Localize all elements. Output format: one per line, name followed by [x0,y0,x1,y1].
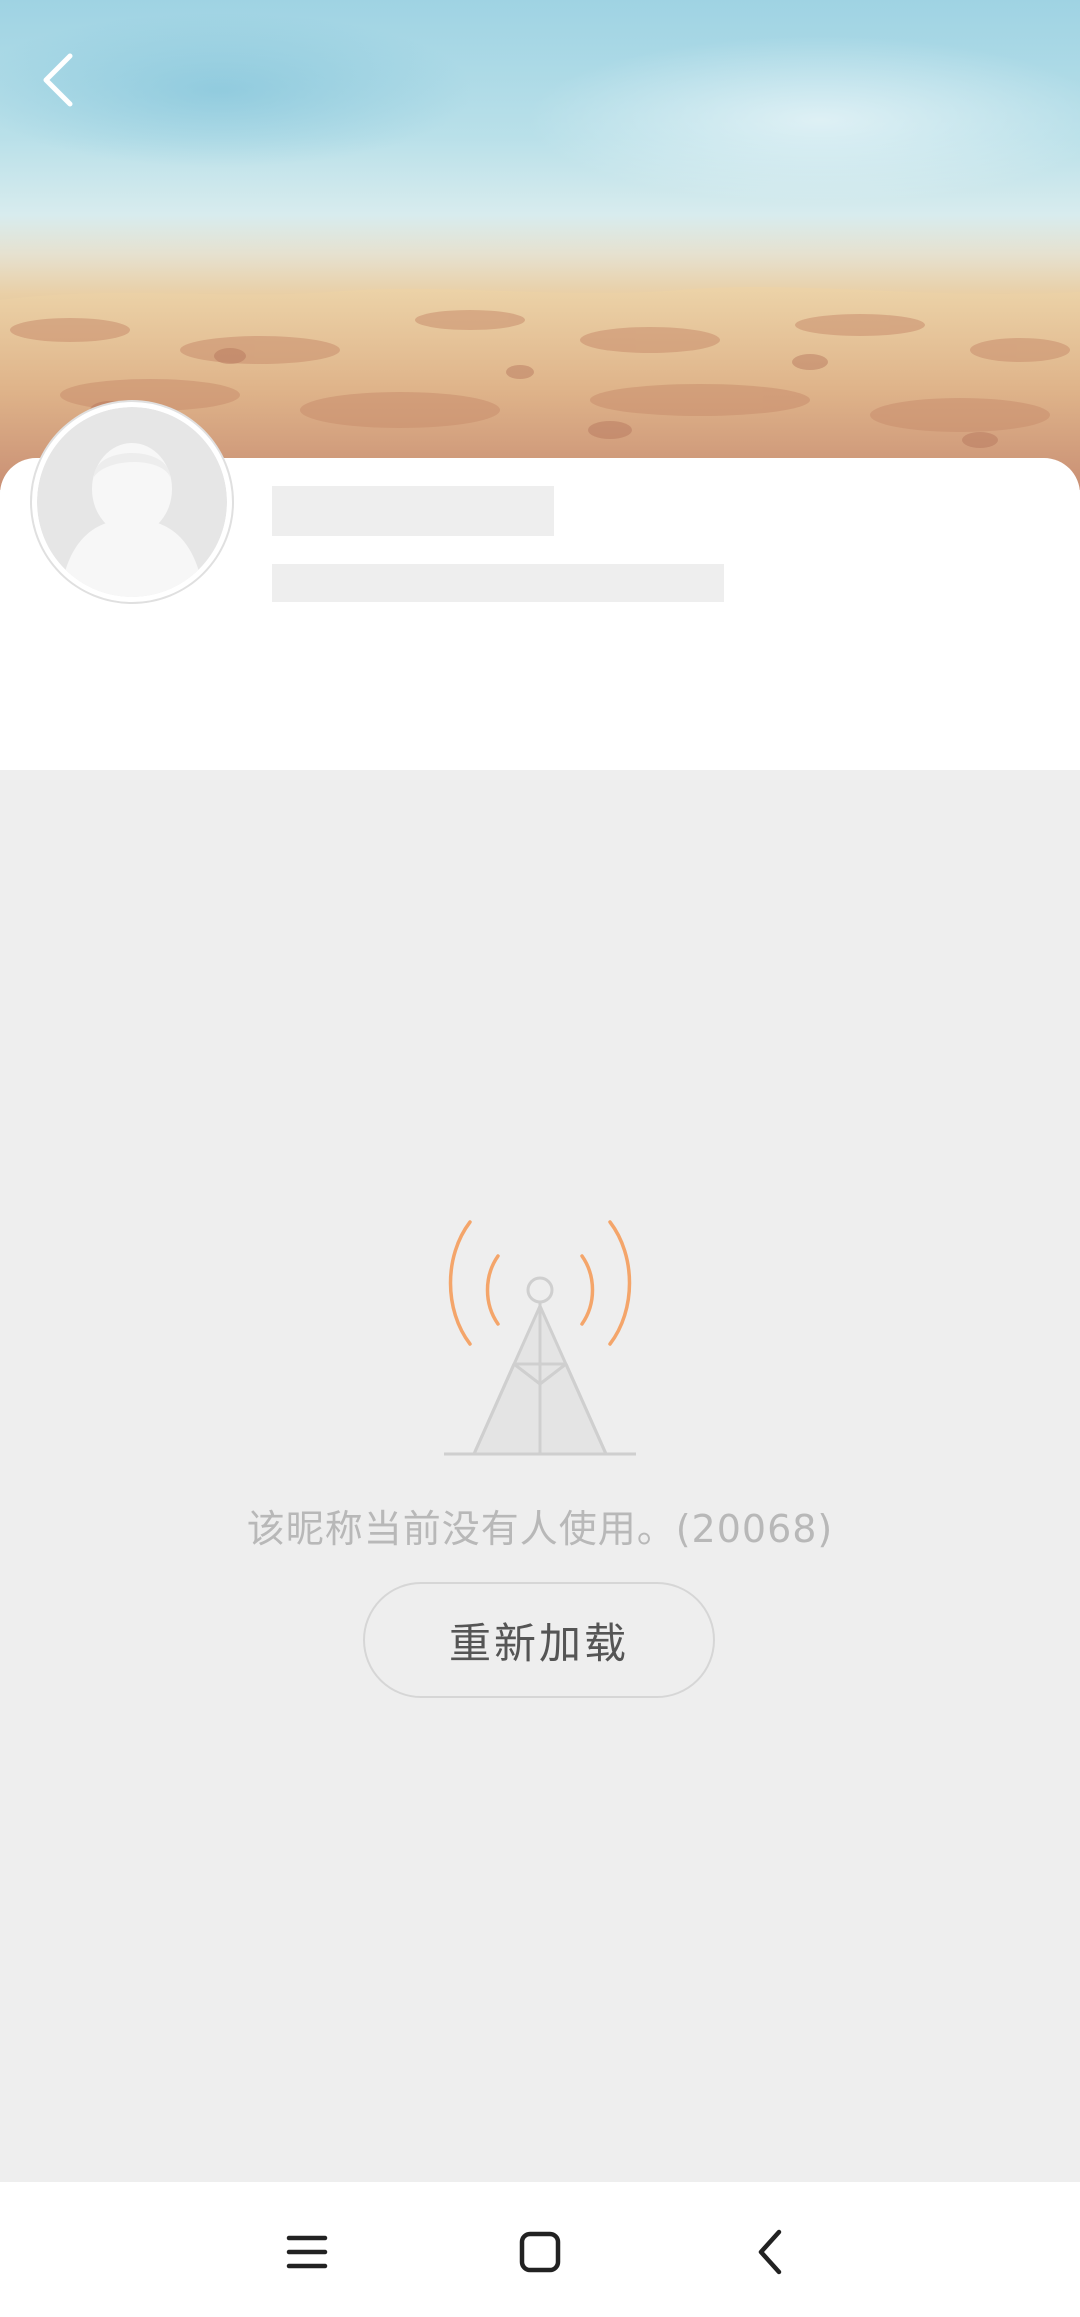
home-square-icon [519,2231,561,2273]
back-button[interactable] [22,44,94,116]
default-avatar-icon [37,407,227,597]
user-profile-page: 该昵称当前没有人使用。(20068) 重新加载 [0,0,1080,2317]
profile-info-placeholder [272,564,724,602]
nav-back-button[interactable] [723,2204,819,2300]
chevron-left-icon [43,53,73,107]
back-chevron-icon [758,2229,782,2275]
nickname-placeholder [272,486,554,536]
home-button[interactable] [492,2204,588,2300]
menu-icon [286,2235,328,2269]
content-area [0,770,1080,2182]
reload-button[interactable]: 重新加载 [363,1582,715,1698]
signal-tower-icon [444,1220,636,1456]
avatar[interactable] [32,402,232,602]
menu-button[interactable] [259,2204,355,2300]
system-nav-bar [0,2182,1080,2317]
error-message: 该昵称当前没有人使用。(20068) [246,1507,834,1551]
